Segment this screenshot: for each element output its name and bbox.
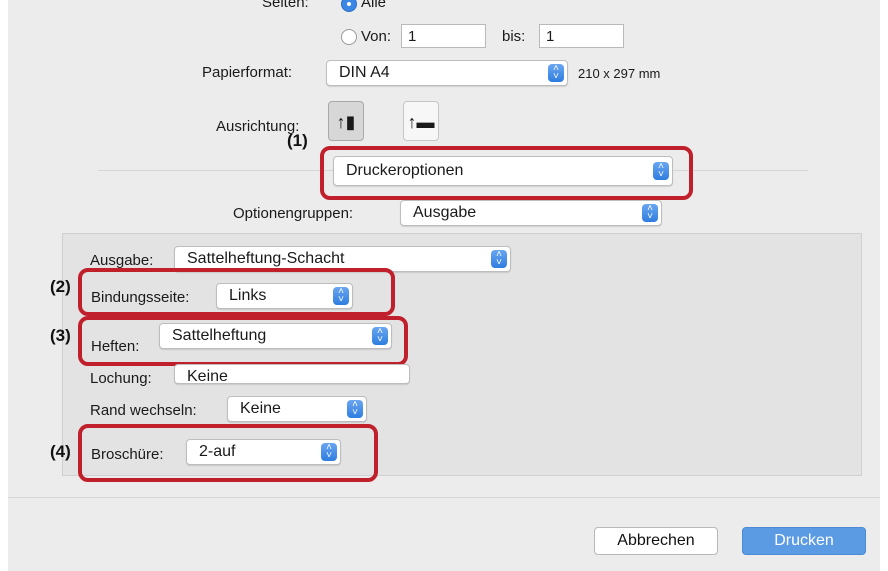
booklet-value: 2-auf	[199, 443, 236, 460]
punch-label: Lochung:	[90, 370, 152, 387]
staple-popup[interactable]: Sattelheftung ˄ ˅	[159, 323, 392, 349]
binding-side-popup[interactable]: Links ˄ ˅	[216, 283, 353, 309]
pages-from-field[interactable]: 1	[401, 24, 486, 48]
pages-label: Seiten:	[262, 0, 309, 11]
callout-3: (3)	[50, 326, 71, 345]
staple-label: Heften:	[91, 338, 140, 355]
paper-size-text: 210 x 297 mm	[578, 66, 661, 81]
paper-format-label: Papierformat:	[202, 64, 293, 81]
callout-4: (4)	[50, 442, 71, 461]
popup-stepper-icon: ˄ ˅	[333, 287, 349, 305]
popup-stepper-icon: ˄ ˅	[491, 250, 507, 268]
margin-switch-label: Rand wechseln:	[90, 402, 197, 419]
option-groups-popup[interactable]: Ausgabe ˄ ˅	[400, 200, 662, 226]
callout-2: (2)	[50, 277, 71, 296]
margin-switch-value: Keine	[240, 400, 281, 417]
popup-stepper-icon: ˄ ˅	[642, 204, 658, 222]
binding-side-label: Bindungsseite:	[91, 289, 190, 306]
printer-options-value: Druckeroptionen	[346, 162, 464, 179]
popup-stepper-icon: ˄ ˅	[372, 327, 388, 345]
cancel-button[interactable]: Abbrechen	[594, 527, 718, 555]
print-dialog: Seiten: Alle Von: 1 bis: 1 Papierformat:…	[8, 0, 880, 571]
footer-separator	[8, 497, 880, 498]
booklet-label: Broschüre:	[91, 446, 164, 463]
paper-format-popup[interactable]: DIN A4 ˄ ˅	[326, 60, 568, 86]
pages-from-radio[interactable]	[341, 29, 357, 45]
punch-popup[interactable]: Keine	[174, 364, 410, 385]
popup-stepper-icon: ˄ ˅	[653, 162, 669, 180]
paper-format-value: DIN A4	[339, 64, 390, 81]
binding-side-value: Links	[229, 287, 267, 304]
print-button[interactable]: Drucken	[742, 527, 866, 555]
popup-stepper-icon: ˄ ˅	[321, 443, 337, 461]
pages-from-label: Von:	[361, 28, 392, 45]
booklet-popup[interactable]: 2-auf ˄ ˅	[186, 439, 341, 465]
pages-all-radio[interactable]	[341, 0, 357, 12]
punch-value: Keine	[187, 368, 228, 385]
popup-stepper-icon: ˄ ˅	[347, 400, 363, 418]
staple-value: Sattelheftung	[172, 327, 267, 344]
pages-to-field[interactable]: 1	[539, 24, 624, 48]
option-groups-value: Ausgabe	[413, 204, 477, 221]
output-value: Sattelheftung-Schacht	[187, 250, 345, 267]
pages-all-label: Alle	[361, 0, 387, 11]
landscape-orientation-icon[interactable]: ↑▬	[403, 101, 439, 141]
callout-1: (1)	[287, 131, 308, 150]
option-groups-label: Optionengruppen:	[233, 205, 354, 222]
printer-options-popup[interactable]: Druckeroptionen ˄ ˅	[333, 156, 673, 186]
portrait-orientation-icon[interactable]: ↑▮	[328, 101, 364, 141]
output-label: Ausgabe:	[90, 252, 154, 269]
popup-stepper-icon: ˄ ˅	[548, 64, 564, 82]
pages-to-label: bis:	[502, 28, 526, 45]
margin-switch-popup[interactable]: Keine ˄ ˅	[227, 396, 367, 422]
